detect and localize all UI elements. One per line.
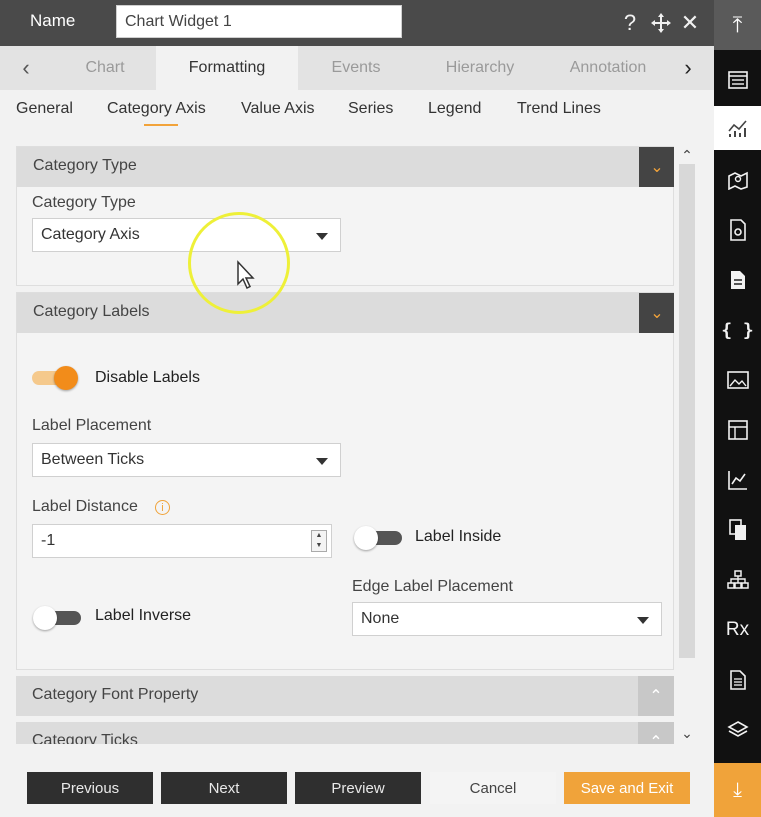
panel-header: Name ? ✕: [0, 0, 714, 46]
previous-button[interactable]: Previous: [27, 772, 153, 804]
section-title: Category Font Property: [32, 686, 199, 703]
toggle-knob: [354, 526, 378, 550]
section-header-category-font-property[interactable]: Category Font Property ⌃: [16, 676, 674, 716]
save-and-exit-button[interactable]: Save and Exit: [564, 772, 690, 804]
section-title: Category Type: [33, 157, 137, 174]
section-header-category-labels[interactable]: Category Labels ⌄: [17, 293, 674, 333]
caret-down-icon: [316, 458, 328, 465]
scroll-up-icon[interactable]: ⌃: [676, 146, 698, 164]
report-icon[interactable]: [714, 658, 761, 702]
label-distance-input[interactable]: -1 ▲ ▼: [32, 524, 332, 558]
caret-down-icon: [316, 233, 328, 240]
copy-icon[interactable]: [714, 508, 761, 552]
widget-name-input[interactable]: [116, 5, 402, 38]
category-type-value: Category Axis: [41, 226, 140, 243]
section-title: Category Ticks: [32, 732, 138, 744]
number-stepper-icon[interactable]: ▲ ▼: [311, 530, 327, 552]
name-label: Name: [30, 11, 76, 30]
scrollbar-thumb[interactable]: [679, 164, 695, 658]
page-icon[interactable]: [714, 258, 761, 302]
category-type-select[interactable]: Category Axis: [32, 218, 341, 252]
disable-labels-label: Disable Labels: [95, 369, 200, 386]
image-icon[interactable]: [714, 358, 761, 402]
chart-icon[interactable]: [714, 106, 761, 150]
chevron-up-icon[interactable]: ⌃: [638, 676, 674, 716]
subtab-legend[interactable]: Legend: [428, 100, 481, 118]
question-icon[interactable]: ?: [617, 8, 643, 38]
subtab-value-axis[interactable]: Value Axis: [241, 100, 315, 118]
label-distance-value: -1: [41, 532, 56, 549]
chevron-up-icon[interactable]: ⌃: [638, 722, 674, 744]
download-icon[interactable]: ⤓: [714, 763, 761, 817]
label-placement-label: Label Placement: [32, 417, 152, 434]
layers-icon[interactable]: [714, 708, 761, 752]
right-tool-rail: ⤒ { } Rx ⤓: [714, 0, 761, 817]
edge-label-placement-select[interactable]: None: [352, 602, 662, 636]
section-category-labels: Category Labels ⌄ Disable Labels Label P…: [16, 292, 674, 670]
chevron-down-icon[interactable]: ⌄: [639, 293, 674, 333]
label-distance-label: Label Distance: [32, 498, 138, 515]
toggle-knob: [54, 366, 78, 390]
content-scrollbar[interactable]: ⌃ ⌄: [676, 146, 698, 744]
subtab-trend-lines[interactable]: Trend Lines: [517, 100, 601, 118]
properties-panel: Name ? ✕ ‹ Chart Formatting Events Hiera…: [0, 0, 714, 817]
edge-label-placement-value: None: [361, 610, 400, 627]
scroll-down-icon[interactable]: ⌄: [676, 724, 698, 742]
info-icon[interactable]: i: [155, 500, 170, 515]
label-inverse-label: Label Inverse: [95, 607, 192, 624]
tab-annotation[interactable]: Annotation: [546, 46, 670, 90]
tabs-prev-arrow-icon[interactable]: ‹: [6, 46, 46, 90]
tabs-next-arrow-icon[interactable]: ›: [668, 46, 708, 90]
tab-events[interactable]: Events: [298, 46, 414, 90]
label-placement-select[interactable]: Between Ticks: [32, 443, 341, 477]
tab-chart[interactable]: Chart: [54, 46, 156, 90]
label-inside-label: Label Inside: [415, 528, 502, 545]
section-header-category-ticks[interactable]: Category Ticks ⌃: [16, 722, 674, 744]
label-placement-value: Between Ticks: [41, 451, 145, 468]
subtab-series[interactable]: Series: [348, 100, 393, 118]
mouse-pointer-icon: [237, 260, 255, 290]
line-chart-icon[interactable]: [714, 458, 761, 502]
move-icon[interactable]: [648, 8, 674, 38]
active-subtab-indicator: [144, 124, 178, 126]
preview-button[interactable]: Preview: [295, 772, 421, 804]
formatting-content: Category Type ⌄ Category Type Category A…: [16, 146, 674, 744]
next-button[interactable]: Next: [161, 772, 287, 804]
map-icon[interactable]: [714, 158, 761, 202]
panel-footer: Previous Next Preview Cancel Save and Ex…: [0, 756, 714, 817]
subtab-category-axis[interactable]: Category Axis: [107, 100, 206, 118]
document-settings-icon[interactable]: [714, 208, 761, 252]
tab-hierarchy[interactable]: Hierarchy: [414, 46, 546, 90]
tab-formatting[interactable]: Formatting: [156, 46, 298, 90]
cancel-button[interactable]: Cancel: [430, 772, 556, 804]
hierarchy-icon[interactable]: [714, 558, 761, 602]
subtab-general[interactable]: General: [16, 100, 73, 118]
category-type-label: Category Type: [32, 194, 136, 211]
edge-label-placement-label: Edge Label Placement: [352, 578, 513, 595]
collapse-top-icon[interactable]: ⤒: [714, 0, 761, 50]
toggle-knob: [33, 606, 57, 630]
widget-list-icon[interactable]: [714, 58, 761, 102]
section-title: Category Labels: [33, 303, 150, 320]
table-icon[interactable]: [714, 408, 761, 452]
rx-icon[interactable]: Rx: [714, 608, 761, 652]
chevron-down-icon[interactable]: ⌄: [639, 147, 674, 187]
section-category-type: Category Type ⌄ Category Type Category A…: [16, 146, 674, 286]
close-icon[interactable]: ✕: [677, 8, 703, 38]
main-tabs: ‹ Chart Formatting Events Hierarchy Anno…: [0, 46, 714, 90]
sub-tabs: General Category Axis Value Axis Series …: [0, 90, 714, 134]
section-header-category-type[interactable]: Category Type ⌄: [17, 147, 674, 187]
caret-down-icon: [637, 617, 649, 624]
code-braces-icon[interactable]: { }: [714, 308, 761, 352]
